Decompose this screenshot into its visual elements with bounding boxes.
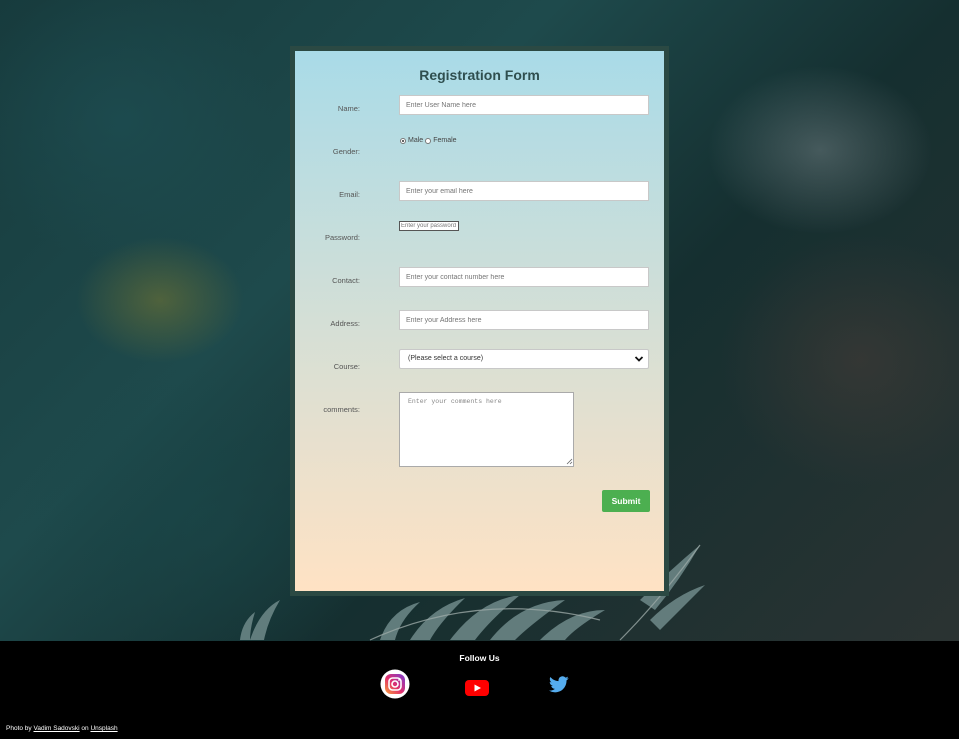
instagram-icon <box>380 669 410 699</box>
comments-label: comments: <box>323 405 360 414</box>
credit-author-link[interactable]: Vadim Sadovski <box>33 725 79 732</box>
gender-radio-group: Male Female <box>400 137 457 144</box>
follow-us-heading: Follow Us <box>459 653 500 663</box>
female-radio[interactable] <box>425 137 432 144</box>
resize-handle-icon[interactable] <box>565 457 573 465</box>
twitter-icon <box>548 676 569 693</box>
course-selected-value: (Please select a course) <box>408 355 484 362</box>
course-select[interactable]: (Please select a course) <box>399 349 649 369</box>
youtube-icon <box>465 680 489 696</box>
credit-prefix: Photo by <box>6 725 32 732</box>
email-label: Email: <box>339 190 360 199</box>
photo-credit: Photo by Vadim Sadovski on Unsplash <box>6 725 118 732</box>
contact-input[interactable] <box>399 267 649 287</box>
contact-label: Contact: <box>332 276 360 285</box>
credit-site-link[interactable]: Unsplash <box>90 725 117 732</box>
male-radio-label: Male <box>408 137 424 144</box>
twitter-link[interactable] <box>548 676 569 698</box>
youtube-link[interactable] <box>465 680 489 701</box>
footer: Follow Us Photo by Vadim Sadovski on Uns… <box>0 641 959 739</box>
registration-form: Registration Form Name: Gender: Male Fem… <box>290 46 669 596</box>
chevron-down-icon <box>634 356 644 362</box>
name-input[interactable] <box>399 95 649 115</box>
password-input[interactable] <box>399 221 459 231</box>
comments-textarea[interactable] <box>399 392 574 467</box>
password-label: Password: <box>324 233 360 242</box>
female-radio-label: Female <box>433 137 457 144</box>
email-input[interactable] <box>399 181 649 201</box>
male-radio[interactable] <box>400 137 406 144</box>
name-label: Name: <box>337 104 360 113</box>
address-input[interactable] <box>399 310 649 330</box>
address-label: Address: <box>330 319 360 328</box>
credit-middle: on <box>81 725 89 732</box>
gender-label: Gender: <box>332 147 360 156</box>
course-label: Course: <box>333 362 360 371</box>
form-title: Registration Form <box>419 67 540 83</box>
submit-button[interactable]: Submit <box>602 490 650 512</box>
instagram-link[interactable] <box>380 669 410 704</box>
